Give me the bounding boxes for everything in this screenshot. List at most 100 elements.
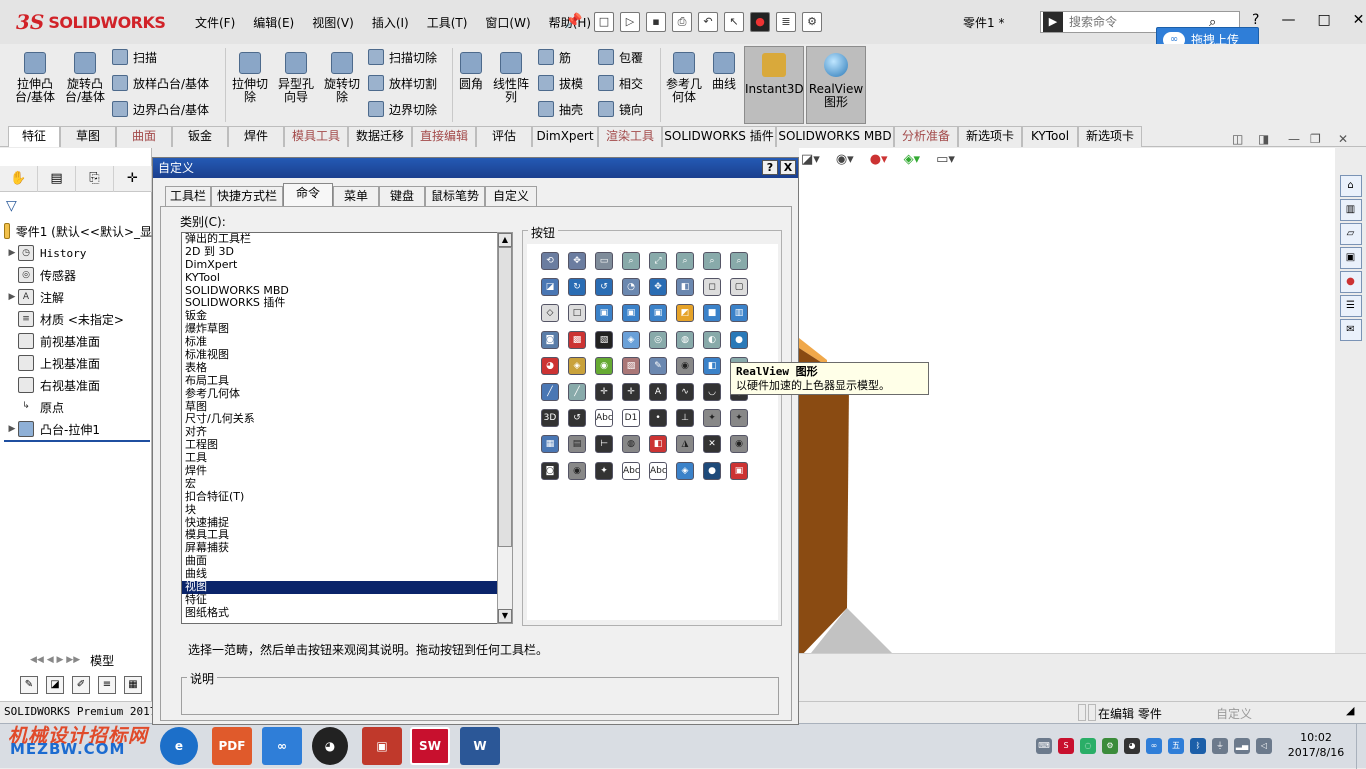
curvature-icon[interactable]: ◎ [649, 330, 667, 349]
apply-scene-icon[interactable]: ◈▾ [904, 152, 921, 167]
category-item[interactable]: 爆炸草图 [182, 322, 512, 336]
tab-scroll-arrows-icon[interactable]: ◀◀ ◀ ▶ ▶▶ [30, 655, 80, 665]
category-item[interactable]: SOLIDWORKS 插件 [182, 297, 512, 310]
doc-minimize-icon[interactable]: — [1288, 132, 1300, 146]
pan-icon[interactable]: ✥ [568, 252, 586, 270]
category-item[interactable]: 焊件 [182, 464, 512, 478]
coordinate-system-icon[interactable]: ✛ [622, 382, 640, 401]
sphere-dark-icon[interactable]: ● [703, 461, 721, 480]
tab-new-tab-2[interactable]: 新选项卡 [1078, 126, 1142, 147]
text-abc-icon[interactable]: Abc [595, 409, 613, 428]
tab-toolbars[interactable]: 工具栏 [165, 186, 211, 206]
rib-button[interactable]: 筋 [538, 48, 571, 66]
rotate-icon[interactable]: ↻ [568, 278, 586, 297]
linear-pattern-button[interactable]: 线性阵 列 [490, 48, 532, 104]
sketch-grid-icon[interactable]: ▤ [568, 435, 586, 454]
temp-axes-icon[interactable]: ╱ [568, 382, 586, 401]
menu-window[interactable]: 窗口(W) [476, 14, 539, 32]
origins-icon[interactable]: ✛ [595, 382, 613, 401]
hide-show-icon[interactable]: ◉ [676, 356, 694, 375]
revolve-cut-button[interactable]: 旋转切 除 [320, 48, 364, 104]
swept-cut-button[interactable]: 扫描切除 [368, 48, 437, 66]
category-scrollbar[interactable]: ▲ ▼ [497, 232, 513, 624]
draft-button[interactable]: 拔模 [538, 74, 583, 92]
annotations-icon[interactable]: A [649, 382, 667, 401]
dialog-close-button[interactable]: X [780, 160, 796, 175]
tab-solidworks-addins[interactable]: SOLIDWORKS 插件 [662, 126, 776, 147]
keyboard-icon[interactable]: ⌨ [1036, 738, 1052, 754]
boundary-boss-button[interactable]: 边界凸台/基体 [112, 100, 209, 118]
category-item[interactable]: 特征 [182, 593, 512, 607]
bluetooth-icon[interactable]: ᛒ [1190, 738, 1206, 754]
system-clock[interactable]: 10:02 2017/8/16 [1284, 730, 1348, 760]
category-item[interactable]: 标准 [182, 335, 512, 349]
curves-button[interactable]: 曲线 [707, 48, 741, 91]
tree-item-sensors[interactable]: ◎ 传感器 [0, 264, 152, 286]
wrap-button[interactable]: 包覆 [598, 48, 643, 66]
menu-tools[interactable]: 工具(T) [418, 14, 477, 32]
zebra-icon[interactable]: ◍ [676, 330, 694, 349]
usb-icon[interactable]: ⏚ [1212, 738, 1228, 754]
scroll-down-arrow-icon[interactable]: ▼ [498, 609, 512, 623]
category-item[interactable]: 标准视图 [182, 348, 512, 362]
tree-root-part[interactable]: 零件1 (默认<<默认>_显 [0, 220, 152, 242]
camera-icon[interactable]: ◙ [541, 330, 559, 349]
loft-boss-button[interactable]: 放样凸台/基体 [112, 74, 209, 92]
shaded-edges-icon[interactable]: ■ [703, 304, 721, 323]
category-item[interactable]: KYTool [182, 271, 512, 285]
help-question-icon[interactable]: ? [1252, 12, 1259, 28]
close-icon[interactable]: ✕ [1353, 12, 1365, 28]
category-item[interactable]: 屏幕捕获 [182, 541, 512, 555]
category-item[interactable]: 钣金 [182, 309, 512, 323]
pan-arrows-icon[interactable]: ✥ [649, 278, 667, 297]
boundary-cut-button[interactable]: 边界切除 [368, 100, 437, 118]
toolbox-icon[interactable]: ▣ [362, 727, 402, 765]
view-settings-icon[interactable]: ▭▾ [936, 152, 955, 167]
tab-sketch[interactable]: 草图 [60, 126, 116, 147]
zoom-fit-icon[interactable]: ⤢ [649, 252, 667, 270]
lofted-cut-button[interactable]: 放样切割 [368, 74, 437, 92]
category-item[interactable]: 图纸格式 [182, 606, 512, 620]
category-item[interactable]: 曲面 [182, 554, 512, 568]
new-file-icon[interactable]: □ [594, 12, 614, 32]
view-orientation-icon[interactable]: ◪ [541, 278, 559, 297]
abc-view-icon[interactable]: Abc [622, 461, 640, 480]
print-icon[interactable]: ⎙ [672, 12, 692, 32]
doc-close-icon[interactable]: ✕ [1338, 132, 1348, 146]
tree-item-front-plane[interactable]: 前视基准面 [0, 330, 152, 352]
eraser-icon[interactable]: ◪ [46, 676, 64, 694]
save-icon[interactable]: ▪ [646, 12, 666, 32]
minimize-icon[interactable]: — [1281, 12, 1295, 28]
home-icon[interactable]: ⌂ [1339, 175, 1362, 197]
shell-button[interactable]: 抽壳 [538, 100, 583, 118]
category-item[interactable]: 尺寸/几何关系 [182, 413, 512, 426]
tab-mouse-gestures[interactable]: 鼠标笔势 [425, 186, 485, 206]
view-rotate-icon[interactable]: ⟲ [541, 252, 559, 270]
zoom-in-out-icon[interactable]: ⌕ [676, 252, 694, 270]
top-view-icon[interactable]: ▣ [595, 304, 613, 323]
tab-commands[interactable]: 命令 [283, 183, 333, 207]
hidden-lines-icon[interactable]: ◇ [541, 304, 559, 323]
section-view-icon[interactable]: ◩ [676, 304, 694, 323]
category-item[interactable]: 宏 [182, 477, 512, 491]
graphics-area[interactable]: ◪▾ ◉▾ ●▾ ◈▾ ▭▾ [799, 148, 1335, 748]
doc-restore-icon[interactable]: ❐ [1310, 132, 1321, 146]
light-icon[interactable]: ✦ [703, 409, 721, 428]
tab-shortcut-bars[interactable]: 快捷方式栏 [211, 186, 283, 206]
scroll-up-arrow-icon[interactable]: ▲ [498, 233, 512, 247]
custom-properties-icon[interactable]: ☰ [1339, 295, 1362, 317]
fillet-button[interactable]: 圆角 [454, 48, 488, 91]
dialog-help-button[interactable]: ? [762, 160, 778, 175]
category-list[interactable]: 弹出的工具栏 2D 到 3D DimXpert KYTool SOLIDWORKS MB… [181, 232, 513, 624]
dialog-title-bar[interactable]: 自定义 [153, 158, 798, 178]
tab-menus[interactable]: 菜单 [333, 186, 379, 206]
tree-item-material[interactable]: ≡ 材质 <未指定> [0, 308, 152, 330]
front-view-icon[interactable]: ▢ [730, 278, 748, 297]
category-item[interactable]: 模具工具 [182, 529, 512, 542]
revolve-boss-button[interactable]: 旋转凸 台/基体 [60, 48, 110, 104]
tangent-edges-icon[interactable]: ◮ [676, 435, 694, 454]
dimension-names-icon[interactable]: D1 [622, 409, 640, 428]
sketch-relations-icon[interactable]: ↺ [568, 409, 586, 428]
weld-beads-icon[interactable]: ⊥ [676, 409, 694, 428]
status-expand-icon[interactable]: ◢ [1346, 704, 1354, 717]
